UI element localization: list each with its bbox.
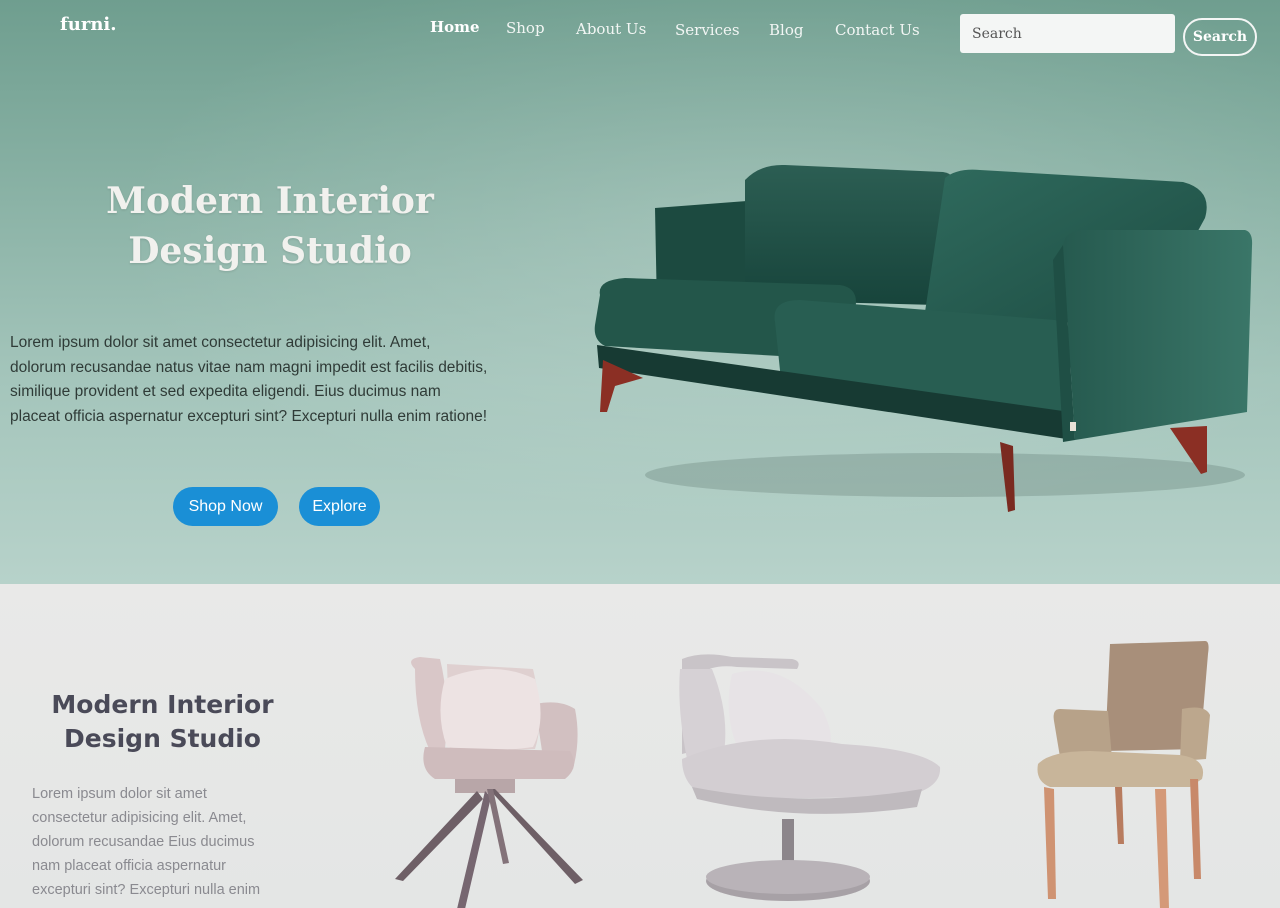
section-title-line-2: Design Studio <box>64 724 261 753</box>
nav-link-home[interactable]: Home <box>430 18 480 36</box>
beige-armchair-image[interactable] <box>1030 639 1220 908</box>
pink-armchair-image[interactable] <box>385 639 595 908</box>
section-description-line-5: excepturi sint? Excepturi nulla enim <box>32 882 261 898</box>
hero-title-line-2: Design Studio <box>128 230 412 272</box>
hero-title-line-1: Modern Interior <box>106 180 434 222</box>
section-description-line-3: dolorum recusandae Eius ducimus <box>32 834 255 850</box>
nav-link-shop[interactable]: Shop <box>506 19 545 37</box>
explore-button[interactable]: Explore <box>299 487 380 526</box>
brand-logo[interactable]: furni. <box>60 14 117 35</box>
section-title-line-1: Modern Interior <box>51 690 274 719</box>
section-description-line-4: nam placeat officia aspernatur <box>32 858 226 874</box>
sofa-product-image <box>594 164 1253 512</box>
featured-section: Modern Interior Design Studio Lorem ipsu… <box>0 584 1280 908</box>
nav-link-about-us[interactable]: About Us <box>576 20 646 38</box>
hero-description-line-1: Lorem ipsum dolor sit amet consectetur a… <box>10 334 431 351</box>
nav-link-blog[interactable]: Blog <box>769 21 803 39</box>
section-description-line-1: Lorem ipsum dolor sit amet <box>32 786 207 802</box>
nav-link-services[interactable]: Services <box>675 21 740 39</box>
hero-section: furni. Home Shop About Us Services Blog … <box>0 0 1280 584</box>
search-input[interactable] <box>960 14 1175 53</box>
search-button[interactable]: Search <box>1183 18 1257 56</box>
hero-description-line-3: similique provident et sed expedita elig… <box>10 383 441 400</box>
section-title: Modern Interior Design Studio <box>40 688 285 756</box>
nav-link-contact-us[interactable]: Contact Us <box>835 21 920 39</box>
hero-description-line-2: dolorum recusandae natus vitae nam magni… <box>10 358 488 376</box>
section-description-line-2: consectetur adipisicing elit. Amet, <box>32 810 247 826</box>
hero-title: Modern Interior Design Studio <box>60 176 480 276</box>
shop-now-button[interactable]: Shop Now <box>173 487 278 526</box>
white-lounge-chair-image[interactable] <box>672 649 947 904</box>
hero-description-line-4: placeat officia aspernatur excepturi sin… <box>10 407 488 425</box>
hero-description: Lorem ipsum dolor sit amet consectetur a… <box>10 331 530 429</box>
section-description: Lorem ipsum dolor sit amet consectetur a… <box>32 782 297 902</box>
